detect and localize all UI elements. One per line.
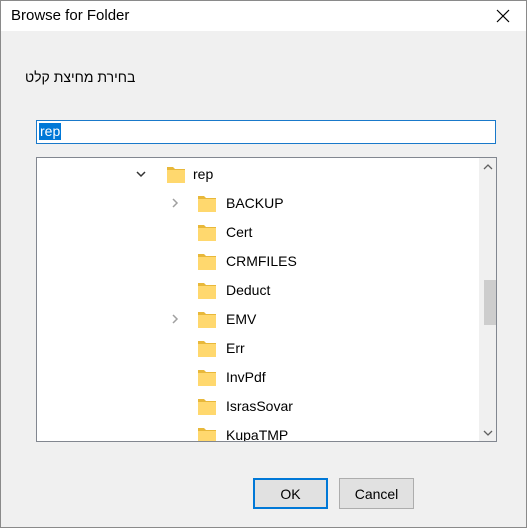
folder-icon <box>198 225 216 241</box>
browse-for-folder-dialog: Browse for Folder בחירת מחיצת קלט rep re… <box>0 0 527 528</box>
folder-tree[interactable]: rep BACKUP Cert CRMFILES Deduct EMV Err InvPdf I… <box>36 157 497 442</box>
tree-item-label: InvPdf <box>226 369 266 385</box>
tree-item-label: CRMFILES <box>226 253 297 269</box>
tree-item[interactable]: Cert <box>37 218 467 247</box>
chevron-up-icon <box>483 163 492 169</box>
tree-item-label: rep <box>193 166 214 182</box>
tree-item-label: Cert <box>226 224 253 240</box>
tree-item[interactable]: Err <box>37 334 467 363</box>
ok-button[interactable]: OK <box>253 478 328 509</box>
close-button[interactable] <box>480 1 526 31</box>
tree-item[interactable]: IsrasSovar <box>37 392 467 421</box>
folder-icon <box>167 167 185 183</box>
folder-name-selected-text: rep <box>39 123 62 140</box>
tree-item[interactable]: BACKUP <box>37 189 467 218</box>
vertical-scrollbar[interactable] <box>479 158 496 441</box>
tree-item-label: Err <box>226 340 245 356</box>
folder-icon <box>198 341 216 357</box>
window-title: Browse for Folder <box>11 7 130 24</box>
tree-item-label: IsrasSovar <box>226 398 293 414</box>
tree-item[interactable]: EMV <box>37 305 467 334</box>
cancel-button[interactable]: Cancel <box>339 478 414 509</box>
folder-icon <box>198 283 216 299</box>
folder-icon <box>198 399 216 415</box>
dialog-prompt: בחירת מחיצת קלט <box>25 69 136 85</box>
scroll-thumb[interactable] <box>484 280 496 325</box>
close-icon <box>496 9 510 23</box>
tree-item-label: KupaTMP <box>226 427 289 442</box>
folder-icon <box>198 370 216 386</box>
tree-expander[interactable] <box>167 195 183 211</box>
tree-item[interactable]: Deduct <box>37 276 467 305</box>
folder-name-input[interactable] <box>36 120 496 144</box>
scroll-up-button[interactable] <box>479 158 496 175</box>
tree-item-label: Deduct <box>226 282 271 298</box>
chevron-down-icon <box>483 430 492 436</box>
chevron-down-icon <box>136 171 146 178</box>
title-bar[interactable]: Browse for Folder <box>1 1 526 31</box>
tree-item-label: BACKUP <box>226 195 284 211</box>
folder-icon <box>198 254 216 270</box>
folder-icon <box>198 196 216 212</box>
tree-item[interactable]: CRMFILES <box>37 247 467 276</box>
scroll-down-button[interactable] <box>479 424 496 441</box>
tree-expander[interactable] <box>133 166 149 182</box>
tree-item-rep[interactable]: rep <box>37 160 467 189</box>
tree-expander[interactable] <box>167 311 183 327</box>
tree-item-label: EMV <box>226 311 257 327</box>
chevron-right-icon <box>172 198 179 208</box>
tree-item[interactable]: InvPdf <box>37 363 467 392</box>
folder-icon <box>198 428 216 441</box>
chevron-right-icon <box>172 314 179 324</box>
tree-item[interactable]: KupaTMP <box>37 421 467 442</box>
folder-icon <box>198 312 216 328</box>
